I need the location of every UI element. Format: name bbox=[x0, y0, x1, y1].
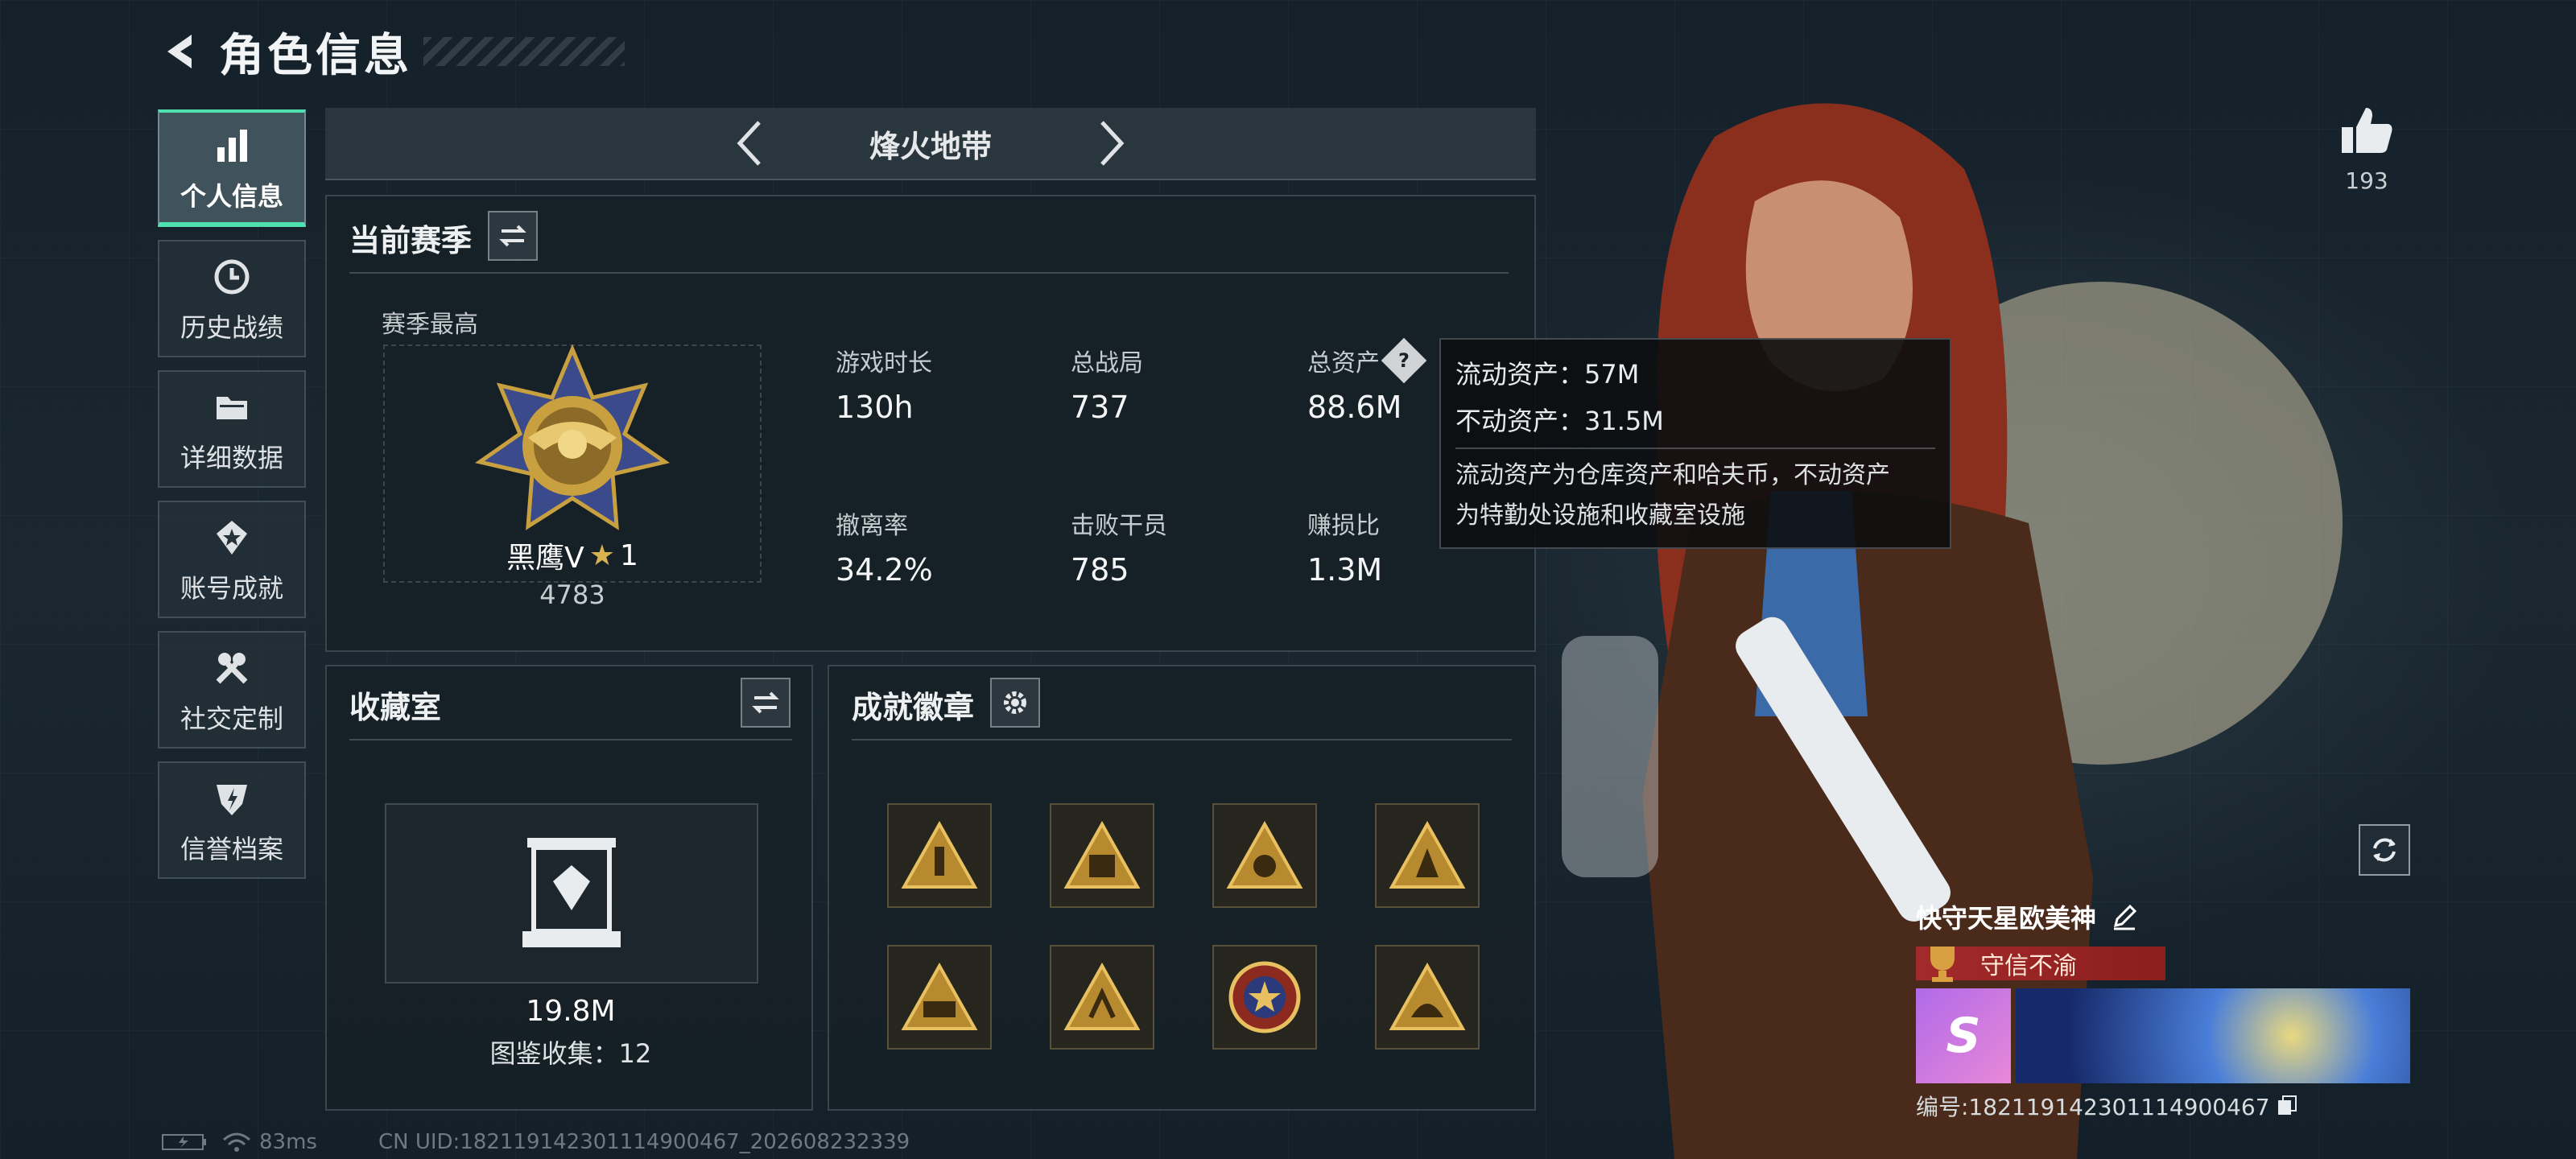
swap-icon bbox=[752, 691, 779, 714]
tooltip-liquid-assets: 流动资产：57M bbox=[1455, 359, 1640, 390]
wifi-icon bbox=[223, 1132, 250, 1152]
achievement-badge-5[interactable] bbox=[887, 945, 992, 1050]
achievement-badge-1[interactable] bbox=[887, 803, 992, 908]
edit-name-button[interactable] bbox=[2111, 903, 2138, 930]
status-bar: 83ms CN UID:1821191423011149004​67_20260… bbox=[161, 1130, 910, 1154]
shield-icon bbox=[208, 774, 256, 823]
refresh-icon bbox=[2373, 838, 2396, 862]
sidebar-item-label: 账号成就 bbox=[180, 573, 283, 604]
like-button[interactable]: 193 bbox=[2334, 105, 2399, 194]
stat-total-matches: 总战局 737 bbox=[1071, 349, 1143, 425]
page-title: 角色信息 bbox=[219, 29, 412, 82]
achievement-badge-4[interactable] bbox=[1375, 803, 1480, 908]
achievement-badge-6[interactable] bbox=[1050, 945, 1154, 1050]
honor-title: 守信不渝 bbox=[1980, 952, 2077, 980]
rank-info: 黑鹰Ⅴ ★ 1 4783 bbox=[488, 534, 657, 611]
season-panel: 当前赛季 赛季最高 黑鹰Ⅴ ★ 1 4783 游戏时长 130h 总战局 737… bbox=[325, 195, 1536, 652]
thumbs-up-icon bbox=[2342, 108, 2392, 153]
history-clock-icon bbox=[208, 253, 256, 301]
player-name: 快守天星欧美神 bbox=[1916, 903, 2097, 934]
assets-tooltip: 流动资产：57M 不动资产：31.5M 流动资产为仓库资产和哈夫币，不动资产 为… bbox=[1439, 338, 1951, 549]
sidebar-item-social[interactable]: 社交定制 bbox=[158, 631, 306, 749]
help-icon[interactable]: ? bbox=[1381, 337, 1427, 384]
tooltip-description-line1: 流动资产为仓库资产和哈夫币，不动资产 bbox=[1455, 461, 1890, 489]
collection-switch-button[interactable] bbox=[741, 678, 791, 728]
mode-next-button[interactable] bbox=[1075, 107, 1148, 179]
page-header: 角色信息 bbox=[153, 19, 625, 84]
rank-emblem-icon bbox=[472, 341, 673, 542]
swap-icon bbox=[499, 225, 526, 247]
sidebar-item-personal-info[interactable]: 个人信息 bbox=[158, 109, 306, 227]
sidebar-item-history[interactable]: 历史战绩 bbox=[158, 240, 306, 357]
back-button[interactable] bbox=[153, 23, 209, 80]
wrench-icon bbox=[208, 644, 256, 692]
ping-value: 83ms bbox=[259, 1130, 317, 1154]
back-arrow-icon bbox=[167, 35, 192, 68]
sidebar: 个人信息 历史战绩 详细数据 账号成就 社交定制 信誉档案 bbox=[158, 109, 306, 892]
player-id: 编号:1821191423011149004​67 bbox=[1916, 1094, 2270, 1120]
copy-icon bbox=[2277, 1095, 2297, 1115]
title-decoration bbox=[423, 37, 625, 66]
sidebar-item-label: 详细数据 bbox=[180, 443, 283, 473]
bar-chart-icon bbox=[208, 122, 256, 170]
achievement-badge-3[interactable] bbox=[1212, 803, 1317, 908]
divider bbox=[349, 739, 792, 740]
divider bbox=[852, 739, 1512, 740]
pencil-icon bbox=[2113, 904, 2137, 930]
collection-panel: 收藏室 19.8M 图鉴收集：12 bbox=[325, 665, 813, 1111]
season-best-label: 赛季最高 bbox=[382, 311, 478, 339]
star-icon: ★ bbox=[588, 538, 615, 572]
stat-profit-ratio: 赚损比 1.3M bbox=[1307, 512, 1383, 588]
folder-icon bbox=[208, 383, 256, 431]
stat-extract-rate: 撤离率 34.2% bbox=[836, 512, 933, 588]
sidebar-item-details[interactable]: 详细数据 bbox=[158, 370, 306, 488]
mode-switcher: 烽火地带 bbox=[325, 108, 1536, 180]
sidebar-item-label: 信誉档案 bbox=[180, 834, 283, 864]
battery-icon bbox=[162, 1134, 206, 1150]
sidebar-item-label: 历史战绩 bbox=[180, 312, 283, 343]
player-card: 快守天星欧美神 守信不渝 S 编号:1821191423011149004​67 bbox=[1916, 898, 2412, 1122]
uid-text: CN UID:1821191423011149004​67_2026082323… bbox=[378, 1130, 910, 1154]
rank-stars: 1 bbox=[620, 538, 638, 572]
chevron-left-icon bbox=[737, 121, 761, 166]
mode-prev-button[interactable] bbox=[713, 107, 786, 179]
achievements-settings-button[interactable] bbox=[990, 678, 1040, 728]
honor-badge[interactable]: 守信不渝 bbox=[1916, 947, 2165, 982]
rank-name: 黑鹰Ⅴ bbox=[506, 542, 584, 575]
collection-preview[interactable] bbox=[385, 803, 758, 984]
sidebar-item-label: 社交定制 bbox=[180, 703, 283, 734]
name-card-banner[interactable] bbox=[2016, 988, 2410, 1083]
trophy-icon bbox=[1930, 947, 1955, 982]
gear-icon bbox=[1004, 691, 1026, 714]
chevron-right-icon bbox=[1100, 121, 1125, 166]
sidebar-item-credit[interactable]: 信誉档案 bbox=[158, 761, 306, 879]
refresh-button[interactable] bbox=[2359, 824, 2410, 876]
medal-icon bbox=[208, 514, 256, 562]
stat-operators-defeated: 击败干员 785 bbox=[1071, 512, 1167, 588]
achievement-badge-2[interactable] bbox=[1050, 803, 1154, 908]
copy-id-button[interactable] bbox=[2275, 1094, 2299, 1118]
divider bbox=[349, 272, 1509, 274]
season-title: 当前赛季 bbox=[349, 223, 473, 258]
collection-title: 收藏室 bbox=[349, 690, 442, 725]
rank-score: 4783 bbox=[539, 580, 605, 610]
stat-playtime: 游戏时长 130h bbox=[836, 349, 932, 425]
divider bbox=[1455, 448, 1935, 449]
achievements-title: 成就徽章 bbox=[852, 690, 975, 725]
achievements-panel: 成就徽章 bbox=[828, 665, 1536, 1111]
tooltip-description-line2: 为特勤处设施和收藏室设施 bbox=[1455, 501, 1745, 530]
tooltip-fixed-assets: 不动资产：31.5M bbox=[1455, 406, 1664, 436]
avatar[interactable]: S bbox=[1916, 988, 2011, 1083]
sidebar-item-label: 个人信息 bbox=[180, 181, 283, 212]
achievement-badge-8[interactable] bbox=[1375, 945, 1480, 1050]
sidebar-item-achievements[interactable]: 账号成就 bbox=[158, 501, 306, 618]
achievement-badge-7[interactable] bbox=[1212, 945, 1317, 1050]
season-switch-button[interactable] bbox=[488, 211, 538, 261]
display-case-icon bbox=[522, 838, 621, 947]
collection-value: 19.8M bbox=[526, 995, 616, 1028]
like-count: 193 bbox=[2345, 167, 2388, 194]
stat-total-assets: 总资产 ? 88.6M bbox=[1307, 337, 1427, 425]
mode-name: 烽火地带 bbox=[869, 128, 992, 164]
collection-count: 图鉴收集：12 bbox=[489, 1038, 652, 1069]
